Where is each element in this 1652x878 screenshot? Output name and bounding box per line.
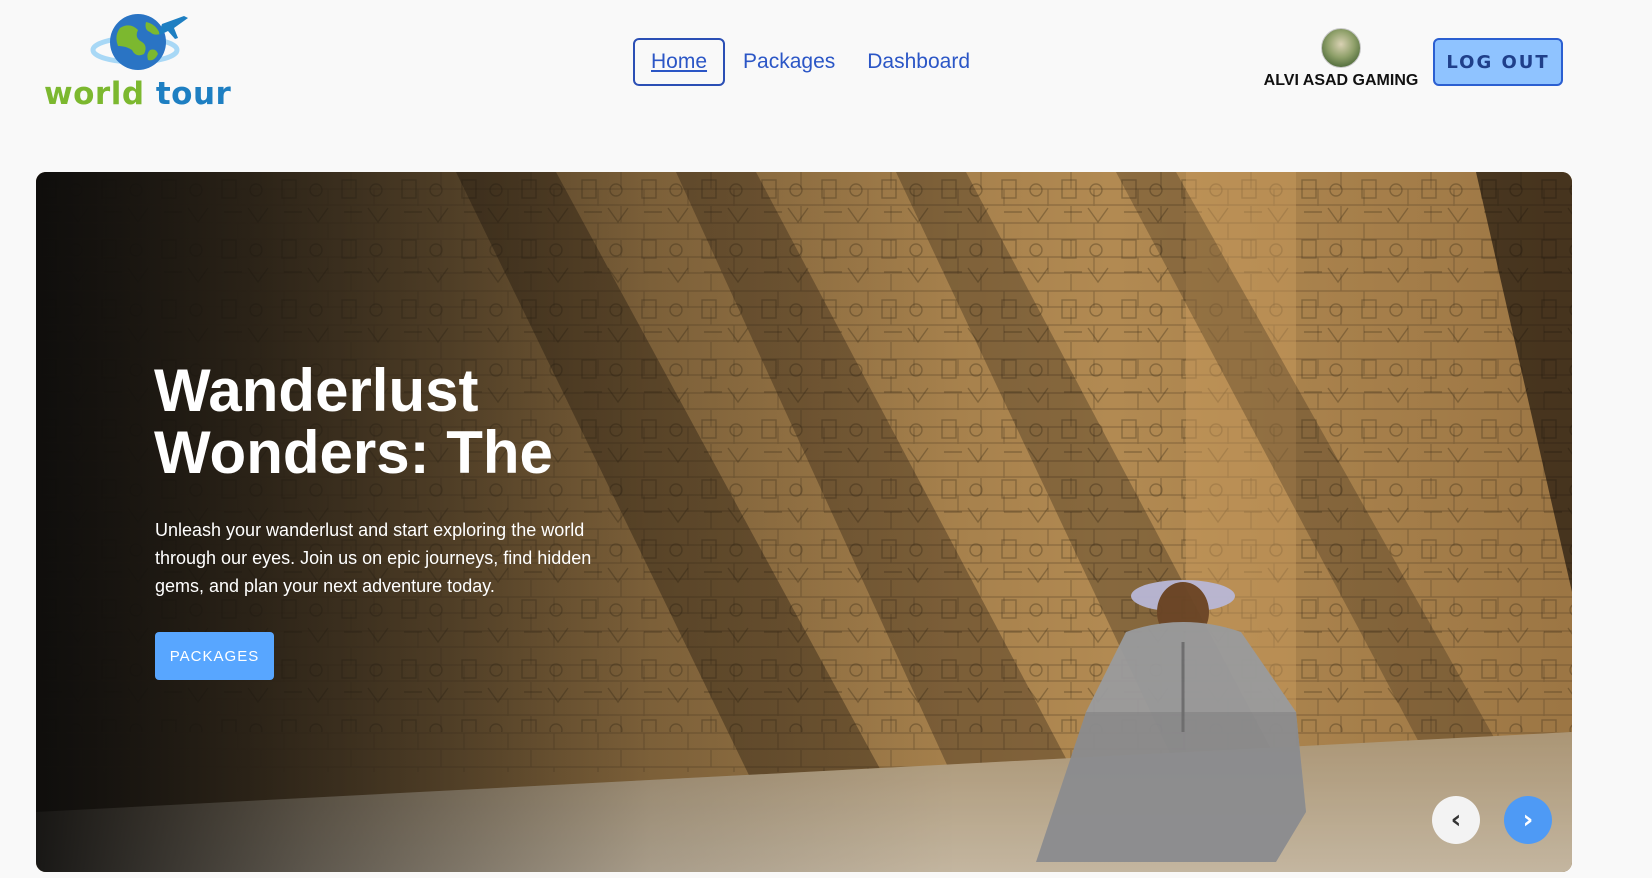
packages-cta-button[interactable]: PACKAGES [155, 632, 274, 680]
chevron-right-icon: › [1522, 805, 1534, 835]
world-tour-logo[interactable]: world tour [40, 8, 250, 112]
main-nav: Home Packages Dashboard [633, 38, 986, 86]
brand-name-part2: tour [155, 76, 232, 112]
hero-carousel: Wanderlust Wonders: The Unleash your wan… [36, 172, 1572, 872]
carousel-prev-button[interactable]: ‹ [1432, 796, 1480, 844]
globe-plane-icon [90, 14, 188, 70]
brand-name: world tour [44, 76, 231, 112]
logout-button[interactable]: LOG OUT [1433, 38, 1563, 86]
nav-home-link[interactable]: Home [633, 38, 726, 86]
user-name: ALVI ASAD GAMING [1263, 72, 1419, 89]
brand-name-part1: world [44, 76, 145, 112]
carousel-next-button[interactable]: › [1504, 796, 1552, 844]
chevron-left-icon: ‹ [1450, 805, 1462, 835]
user-profile[interactable]: ALVI ASAD GAMING [1258, 28, 1424, 92]
avatar[interactable] [1321, 28, 1361, 68]
nav-packages-link[interactable]: Packages [727, 38, 851, 86]
nav-dashboard-link[interactable]: Dashboard [851, 38, 986, 86]
hero-description: Unleash your wanderlust and start explor… [155, 520, 592, 596]
hero-title: Wanderlust Wonders: The [154, 357, 553, 486]
